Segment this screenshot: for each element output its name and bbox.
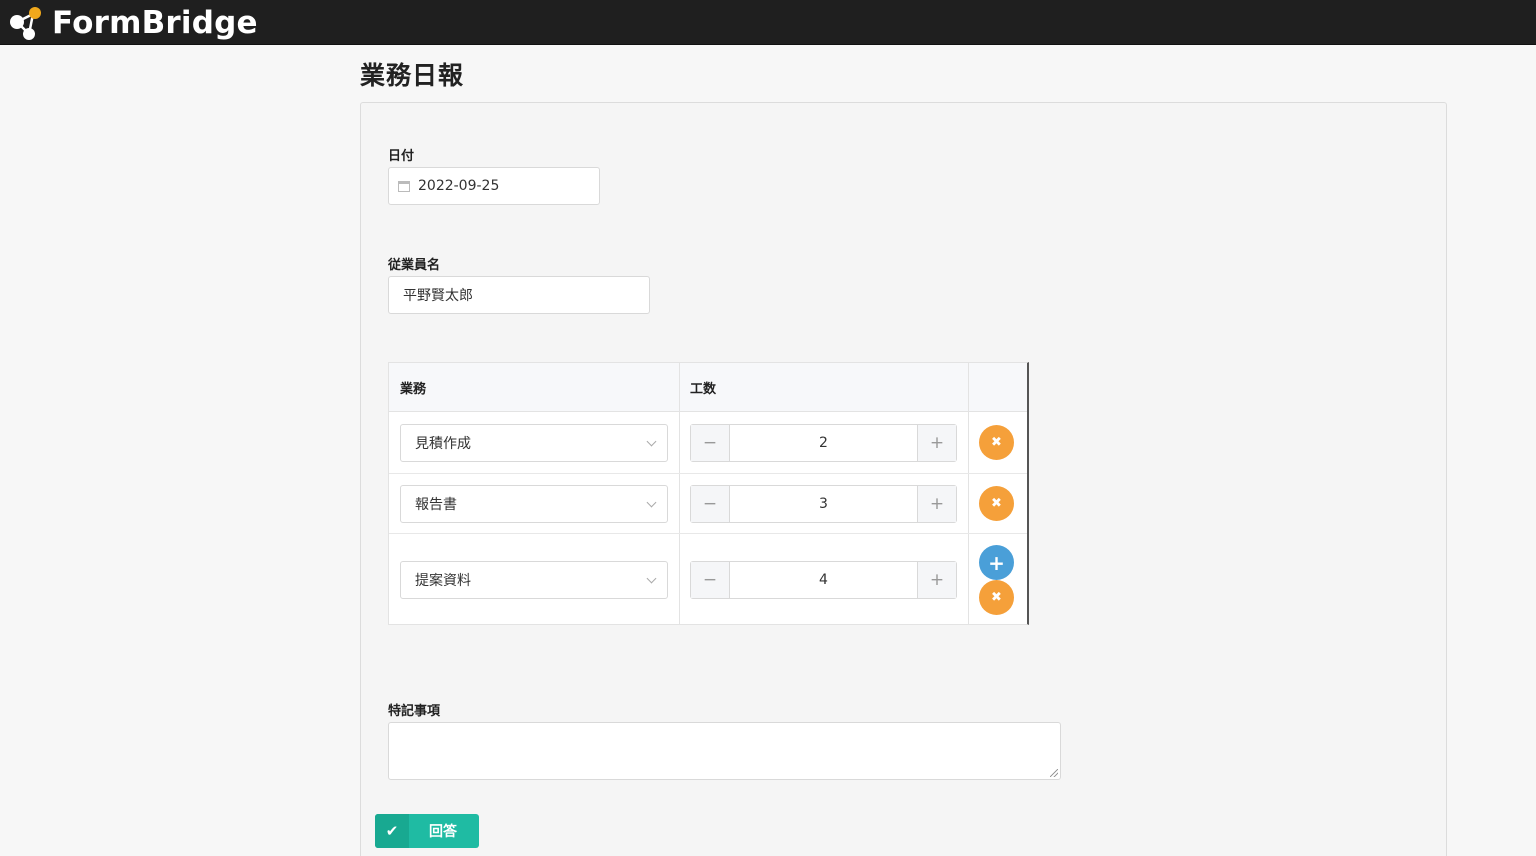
- task-select-value: 提案資料: [415, 573, 471, 589]
- date-value: 2022-09-25: [418, 178, 500, 194]
- delete-row-button[interactable]: ✖: [979, 425, 1014, 460]
- top-bar: FormBridge: [0, 0, 1536, 45]
- header-hours: 工数: [690, 382, 717, 397]
- chevron-down-icon: [646, 436, 657, 447]
- decrement-button[interactable]: −: [691, 486, 730, 522]
- app-logo[interactable]: FormBridge: [8, 4, 258, 42]
- hours-value[interactable]: 3: [730, 486, 917, 522]
- hours-stepper-row-1: − 2 +: [690, 424, 957, 462]
- column-divider: [679, 363, 680, 624]
- chevron-down-icon: [646, 497, 657, 508]
- notes-label: 特記事項: [388, 704, 441, 719]
- increment-button[interactable]: +: [917, 425, 956, 461]
- delete-row-button[interactable]: ✖: [979, 580, 1014, 615]
- task-select-row-3[interactable]: 提案資料: [400, 561, 668, 599]
- header-task: 業務: [400, 382, 427, 397]
- row-divider: [389, 473, 1027, 474]
- delete-row-button[interactable]: ✖: [979, 486, 1014, 521]
- table-header: 業務 工数: [389, 363, 1027, 412]
- column-divider: [968, 363, 969, 624]
- calendar-icon: [398, 180, 410, 192]
- chevron-down-icon: [646, 573, 657, 584]
- date-label: 日付: [388, 149, 415, 164]
- formbridge-logo-icon: [10, 7, 41, 40]
- increment-button[interactable]: +: [917, 562, 956, 598]
- employee-name-input[interactable]: 平野賢太郎: [388, 276, 650, 314]
- employee-name-label: 従業員名: [388, 258, 441, 273]
- submit-button[interactable]: ✔ 回答: [375, 814, 479, 848]
- notes-textarea[interactable]: [388, 722, 1061, 780]
- increment-button[interactable]: +: [917, 486, 956, 522]
- task-select-row-1[interactable]: 見積作成: [400, 424, 668, 462]
- add-row-button[interactable]: +: [979, 545, 1014, 580]
- hours-value[interactable]: 4: [730, 562, 917, 598]
- date-input[interactable]: 2022-09-25: [388, 167, 600, 205]
- task-select-row-2[interactable]: 報告書: [400, 485, 668, 523]
- check-icon: ✔: [375, 814, 409, 848]
- resize-handle-icon[interactable]: [1050, 769, 1058, 777]
- decrement-button[interactable]: −: [691, 425, 730, 461]
- hours-stepper-row-2: − 3 +: [690, 485, 957, 523]
- row-divider: [389, 533, 1027, 534]
- employee-name-value: 平野賢太郎: [403, 288, 473, 304]
- hours-value[interactable]: 2: [730, 425, 917, 461]
- decrement-button[interactable]: −: [691, 562, 730, 598]
- task-select-value: 見積作成: [415, 436, 471, 452]
- task-select-value: 報告書: [415, 497, 457, 513]
- task-table: 業務 工数 見積作成 − 2 + ✖ 報告書 − 3 + ✖ 提案資料 − 4 …: [388, 362, 1029, 625]
- app-name: FormBridge: [52, 5, 258, 41]
- page-title: 業務日報: [360, 61, 465, 90]
- hours-stepper-row-3: − 4 +: [690, 561, 957, 599]
- submit-label: 回答: [429, 824, 457, 840]
